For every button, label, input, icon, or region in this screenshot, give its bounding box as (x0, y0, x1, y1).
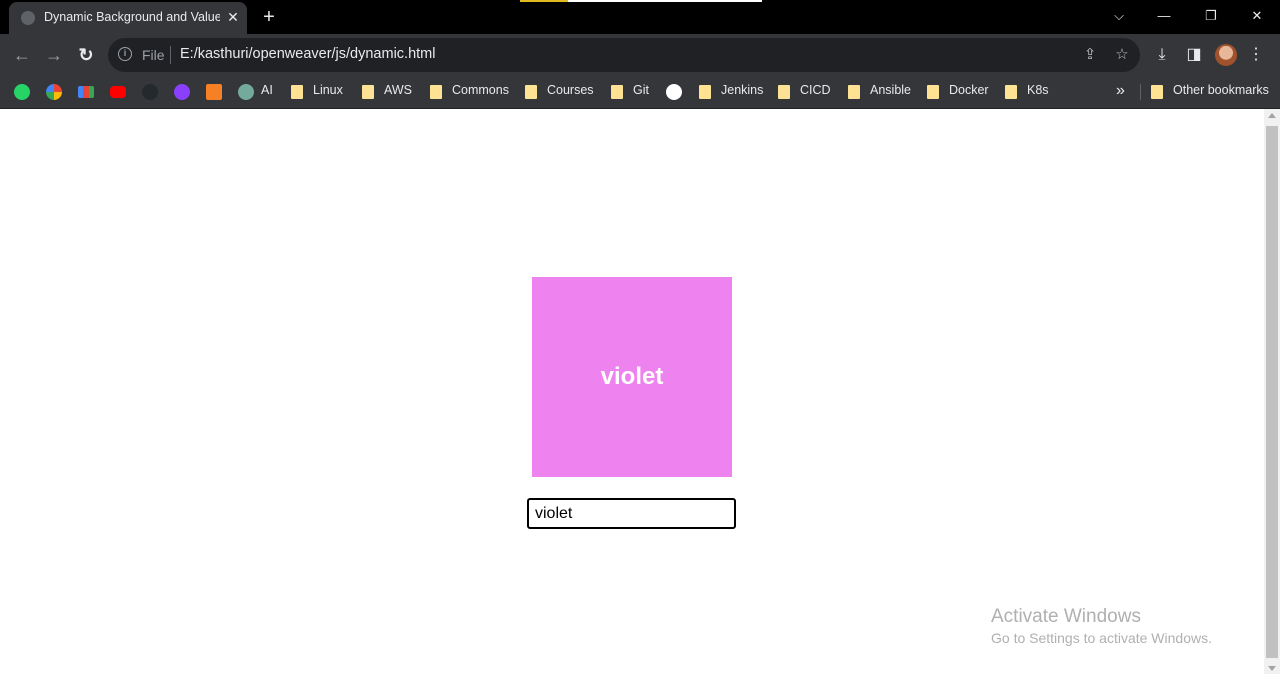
browser-tab[interactable]: Dynamic Background and Value U ✕ (9, 2, 247, 34)
tab-strip: Dynamic Background and Value U ✕ + ⌵ — ❐… (0, 0, 1280, 34)
download-icon[interactable]: ⤓ (1151, 45, 1173, 65)
decorative-line (520, 0, 568, 2)
vertical-scrollbar[interactable] (1264, 109, 1280, 674)
folder-icon (430, 85, 442, 99)
color-input[interactable] (527, 498, 736, 529)
scroll-up-arrow-icon[interactable] (1268, 113, 1276, 118)
close-window-button[interactable]: ✕ (1245, 6, 1269, 26)
tab-title: Dynamic Background and Value U (44, 10, 220, 24)
folder-icon (525, 85, 537, 99)
gmail-icon[interactable] (78, 86, 94, 98)
bookmark-label: Ansible (870, 83, 911, 97)
bookmark-label: Docker (949, 83, 989, 97)
folder-icon (362, 85, 374, 99)
bookmark-label: Other bookmarks (1173, 83, 1269, 97)
scroll-thumb[interactable] (1266, 126, 1278, 658)
folder-icon (927, 85, 939, 99)
color-box: violet (532, 277, 732, 477)
github-icon[interactable] (142, 84, 158, 100)
new-tab-button[interactable]: + (258, 6, 280, 28)
divider (1140, 84, 1141, 100)
minimize-button[interactable]: — (1152, 6, 1176, 26)
bookmark-label: Commons (452, 83, 509, 97)
divider (170, 46, 171, 64)
browser-toolbar: ← → ↻ i File E:/kasthuri/openweaver/js/d… (0, 34, 1280, 76)
reload-button[interactable]: ↻ (74, 43, 98, 67)
bookmark-label: K8s (1027, 83, 1049, 97)
activate-windows-subtitle: Go to Settings to activate Windows. (991, 630, 1212, 646)
page-content: violet Activate Windows Go to Settings t… (0, 109, 1264, 674)
shield-icon[interactable] (174, 84, 190, 100)
close-tab-icon[interactable]: ✕ (224, 8, 242, 26)
decorative-line (568, 0, 762, 2)
youtube-icon[interactable] (110, 86, 126, 98)
share-icon[interactable]: ⇪ (1080, 46, 1100, 64)
folder-icon (778, 85, 790, 99)
stack-icon[interactable] (206, 84, 222, 100)
info-icon[interactable]: i (118, 47, 132, 61)
bookmark-label: AWS (384, 83, 413, 97)
folder-icon (611, 85, 623, 99)
activate-windows-title: Activate Windows (991, 606, 1141, 627)
bookmark-star-icon[interactable]: ☆ (1112, 46, 1132, 64)
bookmark-label: CICD (800, 83, 831, 97)
globe-icon[interactable] (666, 84, 682, 100)
bookmark-label: AI (261, 83, 273, 97)
bookmark-label: Jenkins (721, 83, 764, 97)
bookmarks-bar: AI Linux AWS Commons Courses Git Jenkins… (0, 76, 1280, 109)
color-box-label: violet (600, 363, 664, 390)
whatsapp-icon[interactable] (14, 84, 30, 100)
google-icon[interactable] (46, 84, 62, 100)
bookmark-label: Linux (313, 83, 343, 97)
folder-icon (1005, 85, 1017, 99)
forward-button[interactable]: → (42, 43, 66, 67)
folder-icon (699, 85, 711, 99)
folder-icon (291, 85, 303, 99)
scroll-down-arrow-icon[interactable] (1268, 666, 1276, 671)
profile-avatar[interactable] (1215, 44, 1237, 66)
globe-icon (21, 11, 35, 25)
back-button[interactable]: ← (10, 43, 34, 67)
restore-button[interactable]: ❐ (1199, 6, 1223, 26)
folder-icon (848, 85, 860, 99)
menu-icon[interactable]: ⋮ (1245, 45, 1267, 65)
folder-icon (1151, 85, 1163, 99)
url-text[interactable]: E:/kasthuri/openweaver/js/dynamic.html (180, 46, 435, 62)
bookmark-label: Git (633, 83, 649, 97)
bookmark-ai[interactable]: AI (239, 82, 279, 102)
side-panel-icon[interactable]: ◨ (1183, 45, 1205, 65)
bookmark-label: Courses (547, 83, 594, 97)
more-bookmarks-icon[interactable]: » (1116, 82, 1125, 100)
tab-search-dropdown-icon[interactable]: ⌵ (1107, 6, 1131, 26)
address-bar[interactable]: i File E:/kasthuri/openweaver/js/dynamic… (108, 38, 1140, 72)
url-scheme: File (142, 47, 165, 63)
